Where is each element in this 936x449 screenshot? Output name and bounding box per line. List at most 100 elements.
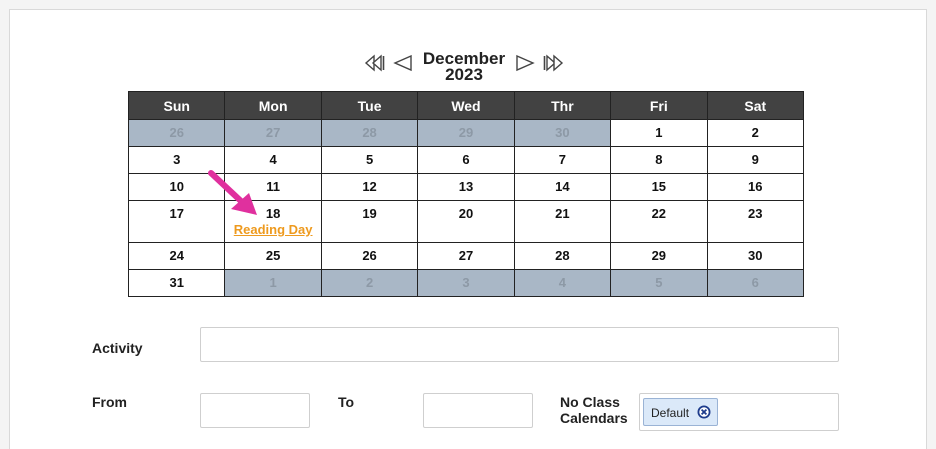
day-cell[interactable]: 3 — [417, 269, 515, 297]
day-number: 30 — [555, 125, 570, 140]
day-cell[interactable]: 28 — [513, 242, 612, 270]
day-cell[interactable]: 27 — [224, 119, 322, 147]
day-cell[interactable]: 5 — [320, 146, 419, 174]
day-number: 12 — [362, 179, 377, 194]
day-number: 4 — [558, 275, 567, 290]
day-cell[interactable]: 30 — [513, 119, 612, 147]
weekday-header-row: Sun Mon Tue Wed Thr Fri Sat — [127, 91, 805, 120]
week-row: 24 25 26 27 28 29 30 — [127, 242, 805, 270]
day-number: 8 — [655, 152, 663, 167]
day-cell[interactable]: 30 — [706, 242, 805, 270]
day-number: 2 — [751, 125, 759, 140]
day-cell[interactable]: 21 — [513, 200, 612, 243]
to-label: To — [338, 394, 355, 410]
circle-x-icon[interactable] — [697, 405, 711, 419]
day-number: 29 — [651, 248, 667, 263]
day-number: 23 — [748, 206, 763, 221]
weekday-header: Sun — [127, 91, 226, 120]
day-number: 19 — [362, 206, 377, 221]
day-number: 29 — [458, 125, 474, 140]
day-cell[interactable]: 6 — [417, 146, 515, 174]
week-row: 31 1 2 3 4 5 6 — [127, 269, 805, 297]
weekday-header: Wed — [417, 91, 515, 120]
day-cell[interactable]: 24 — [127, 242, 226, 270]
day-number: 4 — [269, 152, 277, 167]
day-number: 7 — [558, 152, 567, 167]
pointer-arrow-icon — [208, 170, 257, 215]
no-class-calendars-label: No Class Calendars — [560, 394, 628, 426]
double-left-triangle-icon — [364, 54, 385, 72]
day-number: 31 — [169, 275, 184, 290]
from-date-input[interactable] — [200, 393, 310, 428]
year-label: 2023 — [445, 65, 483, 84]
day-cell[interactable]: 15 — [610, 173, 708, 201]
no-class-label-line2: Calendars — [560, 410, 628, 426]
last-month-button[interactable] — [542, 54, 564, 72]
day-cell[interactable]: 16 — [706, 173, 805, 201]
day-number: 30 — [748, 248, 763, 263]
day-cell[interactable]: 22 — [610, 200, 708, 243]
day-cell[interactable]: 26 — [320, 242, 419, 270]
day-number: 26 — [362, 248, 377, 263]
day-cell[interactable]: 20 — [417, 200, 515, 243]
day-cell[interactable]: 1 — [224, 269, 322, 297]
day-cell[interactable]: 31 — [127, 269, 226, 297]
day-cell[interactable]: 6 — [706, 269, 805, 297]
day-number: 15 — [651, 179, 667, 194]
day-number: 9 — [751, 152, 759, 167]
day-number: 16 — [748, 179, 763, 194]
no-class-calendars-multiselect[interactable]: Default — [639, 393, 839, 431]
day-number: 1 — [269, 275, 277, 290]
weekday-header: Mon — [224, 91, 322, 120]
week-row: 26 27 28 29 30 1 2 — [127, 119, 805, 147]
day-number: 25 — [265, 248, 281, 263]
weekday-header: Tue — [320, 91, 419, 120]
day-number: 3 — [173, 152, 181, 167]
day-cell[interactable]: 7 — [513, 146, 612, 174]
day-number: 28 — [362, 125, 377, 140]
day-number: 27 — [458, 248, 474, 263]
day-cell[interactable]: 2 — [320, 269, 419, 297]
day-number: 26 — [169, 125, 184, 140]
day-number: 3 — [462, 275, 470, 290]
day-cell[interactable]: 27 — [417, 242, 515, 270]
day-cell[interactable]: 5 — [610, 269, 708, 297]
day-cell[interactable]: 12 — [320, 173, 419, 201]
day-cell[interactable]: 23 — [706, 200, 805, 243]
day-number: 27 — [265, 125, 281, 140]
right-triangle-icon — [516, 54, 535, 72]
day-number: 5 — [365, 152, 374, 167]
day-cell[interactable]: 4 — [513, 269, 612, 297]
weekday-header: Thr — [513, 91, 612, 120]
day-number: 6 — [751, 275, 759, 290]
next-month-button[interactable] — [514, 54, 536, 72]
activity-input[interactable] — [200, 327, 839, 362]
weekday-header: Fri — [610, 91, 708, 120]
event-link-reading-day[interactable]: Reading Day — [234, 222, 313, 237]
day-cell[interactable]: 29 — [417, 119, 515, 147]
day-cell[interactable]: 29 — [610, 242, 708, 270]
previous-month-button[interactable] — [392, 54, 414, 72]
day-number: 14 — [555, 179, 570, 194]
day-cell[interactable]: 1 — [610, 119, 708, 147]
day-cell[interactable]: 19 — [320, 200, 419, 243]
day-cell[interactable]: 25 — [224, 242, 322, 270]
day-cell[interactable]: 13 — [417, 173, 515, 201]
to-date-input[interactable] — [423, 393, 533, 428]
day-cell[interactable]: 8 — [610, 146, 708, 174]
day-cell[interactable]: 14 — [513, 173, 612, 201]
calendar-tag-default[interactable]: Default — [643, 398, 718, 426]
day-number: 24 — [169, 248, 184, 263]
day-cell[interactable]: 26 — [127, 119, 226, 147]
no-class-label-line1: No Class — [560, 394, 620, 410]
day-number: 28 — [555, 248, 570, 263]
day-number: 1 — [655, 125, 663, 140]
left-triangle-icon — [393, 54, 412, 72]
day-cell[interactable]: 9 — [706, 146, 805, 174]
day-cell[interactable]: 28 — [320, 119, 419, 147]
day-number: 6 — [462, 152, 470, 167]
day-number: 5 — [655, 275, 663, 290]
day-number: 13 — [458, 179, 474, 194]
day-cell[interactable]: 2 — [706, 119, 805, 147]
first-month-button[interactable] — [364, 54, 386, 72]
